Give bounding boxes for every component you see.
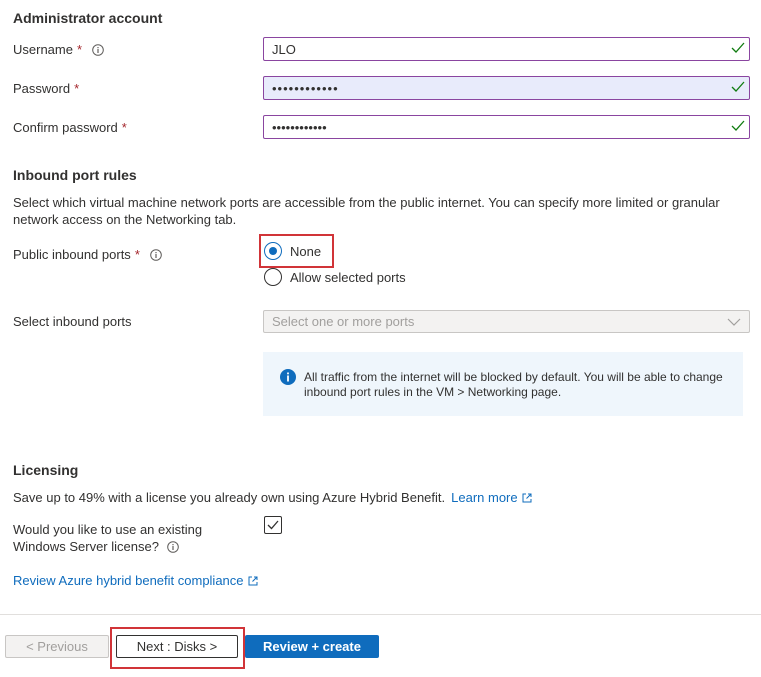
confirm-password-label-text: Confirm password xyxy=(13,120,118,135)
previous-button[interactable]: < Previous xyxy=(5,635,109,658)
required-mark: * xyxy=(76,42,83,57)
footer-divider xyxy=(0,614,761,615)
info-icon[interactable] xyxy=(92,43,104,56)
review-compliance-text: Review Azure hybrid benefit compliance xyxy=(13,573,244,588)
checkmark-icon xyxy=(731,81,745,92)
checkmark-icon xyxy=(267,520,279,530)
select-ports-placeholder: Select one or more ports xyxy=(272,314,415,329)
info-message-text: All traffic from the internet will be bl… xyxy=(304,370,723,399)
confirm-password-input[interactable]: •••••••••••• xyxy=(263,115,750,139)
licensing-section-title: Licensing xyxy=(13,462,79,478)
username-label: Username * xyxy=(13,42,104,57)
info-message-box: All traffic from the internet will be bl… xyxy=(263,352,743,416)
learn-more-link[interactable]: Learn more xyxy=(451,490,532,505)
select-inbound-ports-label: Select inbound ports xyxy=(13,314,132,329)
chevron-down-icon xyxy=(727,318,741,326)
required-mark: * xyxy=(74,81,80,96)
public-inbound-ports-label-text: Public inbound ports xyxy=(13,247,131,262)
existing-license-checkbox[interactable] xyxy=(264,516,282,534)
info-filled-icon xyxy=(280,369,296,385)
radio-allow-selected[interactable] xyxy=(264,268,282,286)
external-link-icon xyxy=(248,576,258,585)
radio-none[interactable] xyxy=(264,242,282,260)
password-label: Password * xyxy=(13,81,79,96)
learn-more-text: Learn more xyxy=(451,490,518,505)
review-compliance-link[interactable]: Review Azure hybrid benefit compliance xyxy=(13,573,258,588)
review-create-button[interactable]: Review + create xyxy=(245,635,379,658)
radio-option-none[interactable]: None xyxy=(264,242,321,260)
username-value: JLO xyxy=(272,41,296,57)
radio-allow-label: Allow selected ports xyxy=(290,269,406,285)
licensing-description-row: Save up to 49% with a license you alread… xyxy=(13,490,532,505)
select-inbound-ports-dropdown[interactable]: Select one or more ports xyxy=(263,310,750,333)
public-inbound-ports-label: Public inbound ports * xyxy=(13,247,162,262)
checkmark-icon xyxy=(731,42,745,53)
inbound-description: Select which virtual machine network por… xyxy=(13,195,720,227)
info-icon[interactable] xyxy=(167,540,179,553)
license-question-line1: Would you like to use an existing xyxy=(13,522,203,537)
username-label-text: Username xyxy=(13,42,73,57)
next-disks-button[interactable]: Next : Disks > xyxy=(116,635,238,658)
required-mark: * xyxy=(134,247,140,262)
external-link-icon xyxy=(522,493,532,502)
required-mark: * xyxy=(121,120,127,135)
password-input[interactable]: •••••••••••• xyxy=(263,76,750,100)
inbound-section-title: Inbound port rules xyxy=(13,167,137,183)
admin-section-title: Administrator account xyxy=(13,10,163,26)
license-question-line2: Windows Server license? xyxy=(13,539,159,554)
checkmark-icon xyxy=(731,120,745,131)
license-question: Would you like to use an existing Window… xyxy=(13,521,202,555)
confirm-password-label: Confirm password * xyxy=(13,120,127,135)
licensing-description: Save up to 49% with a license you alread… xyxy=(13,490,446,505)
username-input[interactable]: JLO xyxy=(263,37,750,61)
confirm-password-value: •••••••••••• xyxy=(272,119,327,135)
password-value: •••••••••••• xyxy=(272,80,339,96)
password-label-text: Password xyxy=(13,81,71,96)
radio-none-label: None xyxy=(290,243,322,259)
radio-option-allow[interactable]: Allow selected ports xyxy=(264,268,406,286)
info-icon[interactable] xyxy=(150,248,162,261)
